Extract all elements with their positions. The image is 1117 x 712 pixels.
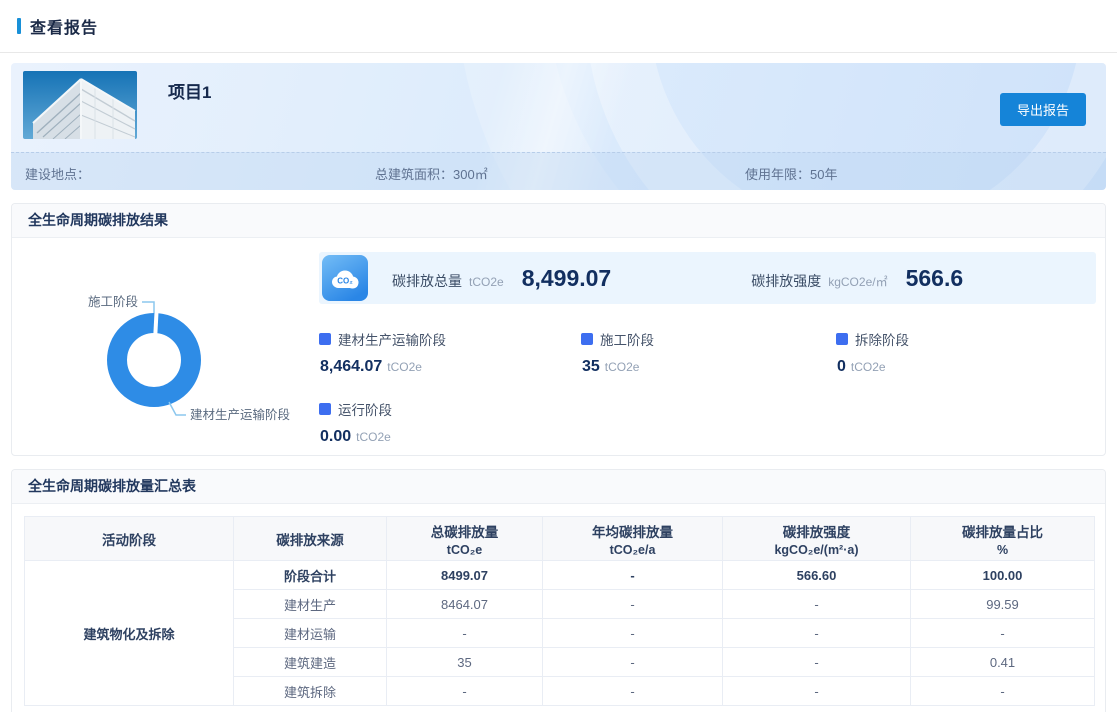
table-cell: - [543,648,723,677]
table-cell: 建筑建造 [234,648,387,677]
project-thumbnail [23,71,137,139]
table-cell: 建筑拆除 [234,677,387,706]
project-banner: 项目1 导出报告 建设地点： 总建筑面积：300㎡ 使用年限：50年 [11,63,1106,190]
total-emission-value: 8,499.07 [522,265,612,292]
donut-label-construction: 施工阶段 [88,294,138,309]
lifespan-value: 50年 [810,167,837,182]
legend-unit: tCO2e [387,360,422,374]
legend-label: 建材生产运输阶段 [338,329,446,349]
legend-unit: tCO2e [356,430,391,444]
legend-marker-icon [581,333,593,345]
table-cell: 阶段合计 [234,561,387,590]
legend-value: 0.00 [320,428,351,445]
summary-table-card: 全生命周期碳排放量汇总表 活动阶段 碳排放来源 总碳排放量tCO₂e 年均碳排放… [11,469,1106,712]
svg-text:CO₂: CO₂ [337,277,353,286]
table-cell: 100.00 [911,561,1095,590]
emission-intensity-label: 碳排放强度 [751,271,821,291]
col-annual-emission: 年均碳排放量tCO₂e/a [543,517,723,561]
area-value: 300㎡ [453,167,488,182]
lifecycle-section-title: 全生命周期碳排放结果 [12,204,1105,238]
summary-section-title: 全生命周期碳排放量汇总表 [12,470,1105,504]
legend-marker-icon [319,403,331,415]
legend-unit: tCO2e [605,360,640,374]
total-emission-label: 碳排放总量 [392,271,462,291]
page-header: 查看报告 [0,0,1117,53]
table-cell: - [387,619,543,648]
legend-item-construction: 施工阶段 35 tCO2e [581,329,836,376]
emission-intensity-unit: kgCO2e/㎡ [828,273,887,290]
legend-marker-icon [836,333,848,345]
legend-item-operation: 运行阶段 0.00 tCO2e [319,399,581,446]
col-emission-intensity: 碳排放强度kgCO₂e/(m²·a) [723,517,911,561]
activity-stage-group-cell: 建筑物化及拆除 [25,561,234,706]
legend-item-demolition: 拆除阶段 0 tCO2e [836,329,1096,376]
project-lifespan-field: 使用年限：50年 [745,164,837,183]
project-location-field: 建设地点： [25,164,90,183]
legend-value: 8,464.07 [320,358,382,375]
legend-marker-icon [319,333,331,345]
table-cell: - [543,619,723,648]
table-cell: - [543,590,723,619]
legend-item-materials: 建材生产运输阶段 8,464.07 tCO2e [319,329,581,376]
emission-intensity-stat: 碳排放强度 kgCO2e/㎡ 566.6 [751,265,963,292]
total-emission-statbar: CO₂ 碳排放总量 tCO2e 8,499.07 碳排放强度 kgCO2e/㎡ … [319,252,1096,304]
project-area-field: 总建筑面积：300㎡ [375,164,488,183]
legend-unit: tCO2e [851,360,886,374]
page-title: 查看报告 [30,14,98,38]
legend-label: 运行阶段 [338,399,392,419]
building-image [23,71,137,139]
total-emission-stat: 碳排放总量 tCO2e 8,499.07 [392,265,611,292]
table-cell: - [911,619,1095,648]
legend-value: 0 [837,358,846,375]
donut-chart: 施工阶段 建材生产运输阶段 [24,252,319,455]
table-header-row: 活动阶段 碳排放来源 总碳排放量tCO₂e 年均碳排放量tCO₂e/a 碳排放强… [25,517,1095,561]
legend-value: 35 [582,358,600,375]
table-cell: 0.41 [911,648,1095,677]
donut-leader-line-top [142,302,154,313]
area-label: 总建筑面积： [375,167,453,182]
table-cell: 建材运输 [234,619,387,648]
stage-legend: 建材生产运输阶段 8,464.07 tCO2e 施工阶段 35 tCO2e [319,329,1096,446]
table-cell: 8464.07 [387,590,543,619]
table-cell: - [543,677,723,706]
table-cell: 99.59 [911,590,1095,619]
table-cell: - [723,677,911,706]
table-cell: - [723,590,911,619]
legend-label: 拆除阶段 [855,329,909,349]
legend-label: 施工阶段 [600,329,654,349]
table-cell: - [911,677,1095,706]
table-cell: - [387,677,543,706]
title-accent-bar [17,18,21,34]
location-label: 建设地点： [25,167,90,182]
table-cell: 35 [387,648,543,677]
table-cell: - [723,619,911,648]
co2-cloud-icon: CO₂ [322,255,368,301]
lifecycle-result-card: 全生命周期碳排放结果 施工阶段 建材生产运输阶段 [11,203,1106,456]
project-info-strip: 建设地点： 总建筑面积：300㎡ 使用年限：50年 [11,152,1106,190]
table-row: 建筑物化及拆除 阶段合计 8499.07 - 566.60 100.00 [25,561,1095,590]
col-emission-source: 碳排放来源 [234,517,387,561]
col-activity-stage: 活动阶段 [25,517,234,561]
table-cell: - [543,561,723,590]
donut-label-materials: 建材生产运输阶段 [190,407,290,422]
col-emission-share: 碳排放量占比% [911,517,1095,561]
donut-leader-line-bottom [169,402,186,415]
export-report-button[interactable]: 导出报告 [1000,93,1086,126]
summary-table: 活动阶段 碳排放来源 总碳排放量tCO₂e 年均碳排放量tCO₂e/a 碳排放强… [24,516,1095,706]
total-emission-unit: tCO2e [469,275,504,289]
emission-intensity-value: 566.6 [906,265,964,292]
table-cell: - [723,648,911,677]
table-cell: 建材生产 [234,590,387,619]
col-total-emission: 总碳排放量tCO₂e [387,517,543,561]
table-cell: 566.60 [723,561,911,590]
lifespan-label: 使用年限： [745,167,810,182]
project-name: 项目1 [168,78,211,103]
table-cell: 8499.07 [387,561,543,590]
